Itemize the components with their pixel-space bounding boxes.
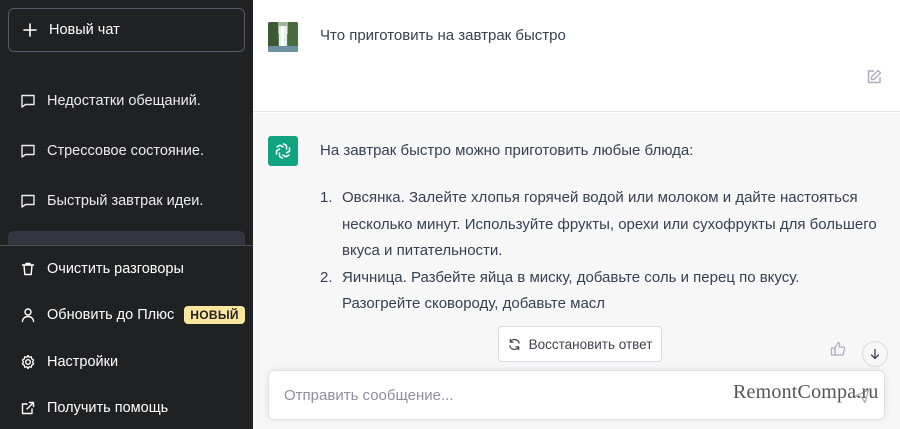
chat-bubble-icon: [21, 194, 35, 208]
edit-icon[interactable]: [865, 68, 883, 86]
conversation-item-2[interactable]: Быстрый завтрак идеи.: [8, 181, 245, 221]
openai-logo-icon: [268, 136, 298, 166]
new-chat-button[interactable]: Новый чат: [8, 8, 245, 52]
conversation-item-0[interactable]: Недостатки обещаний.: [8, 81, 245, 121]
gear-icon: [21, 354, 35, 370]
settings-label: Настройки: [47, 354, 119, 370]
assistant-intro-text: На завтрак быстро можно приготовить любы…: [320, 142, 694, 159]
get-help-button[interactable]: Получить помощь: [8, 388, 245, 428]
upgrade-plus-label: Обновить до Плюс: [47, 307, 175, 323]
conversation-label: Недостатки обещаний.: [47, 93, 201, 109]
user-icon: [21, 308, 35, 323]
list-item-text: Овсянка. Залейте хлопья горячей водой ил…: [342, 189, 877, 259]
new-badge: НОВЫЙ: [184, 306, 245, 324]
external-link-icon: [21, 401, 35, 415]
trash-icon: [21, 262, 35, 276]
regenerate-response-label: Восстановить ответ: [528, 336, 653, 352]
conversation-label: Быстрый завтрак идеи.: [47, 193, 204, 209]
user-message-row: Что приготовить на завтрак быстро: [253, 0, 900, 112]
conversation-item-1[interactable]: Стрессовое состояние.: [8, 131, 245, 171]
chat-bubble-icon: [21, 94, 35, 108]
arrow-down-icon: [870, 348, 880, 360]
list-item-number: 2.: [320, 268, 333, 286]
refresh-icon: [508, 338, 520, 350]
upgrade-plus-button[interactable]: Обновить до Плюс НОВЫЙ: [8, 295, 245, 335]
list-item-text: Яичница. Разбейте яйца в миску, добавьте…: [342, 268, 800, 313]
new-chat-label: Новый чат: [49, 22, 120, 38]
clear-conversations-label: Очистить разговоры: [47, 261, 184, 277]
assistant-answer-list: 1. Овсянка. Залейте хлопья горячей водой…: [320, 185, 880, 318]
sidebar-divider: [0, 245, 253, 246]
list-item: 1. Овсянка. Залейте хлопья горячей водой…: [320, 185, 880, 265]
plus-icon: [23, 23, 37, 37]
regenerate-response-button[interactable]: Восстановить ответ: [498, 326, 662, 362]
clear-conversations-button[interactable]: Очистить разговоры: [8, 249, 245, 289]
conversation-label: Стрессовое состояние.: [47, 143, 204, 159]
scroll-down-button[interactable]: [862, 341, 888, 367]
chat-main: Что приготовить на завтрак быстро На зав…: [253, 0, 900, 429]
sidebar: Новый чат Недостатки обещаний. Стрессово…: [0, 0, 253, 429]
list-item-number: 1.: [320, 189, 333, 206]
watermark: RemontCompa.ru: [733, 381, 879, 403]
user-message-text: Что приготовить на завтрак быстро: [320, 27, 566, 44]
get-help-label: Получить помощь: [47, 400, 169, 416]
list-item: 2. Яичница. Разбейте яйца в миску, добав…: [320, 265, 880, 318]
chat-bubble-icon: [21, 144, 35, 158]
user-avatar: [268, 22, 298, 52]
conversation-item-selected[interactable]: [8, 231, 245, 245]
thumbs-up-icon[interactable]: [830, 341, 846, 357]
settings-button[interactable]: Настройки: [8, 342, 245, 382]
